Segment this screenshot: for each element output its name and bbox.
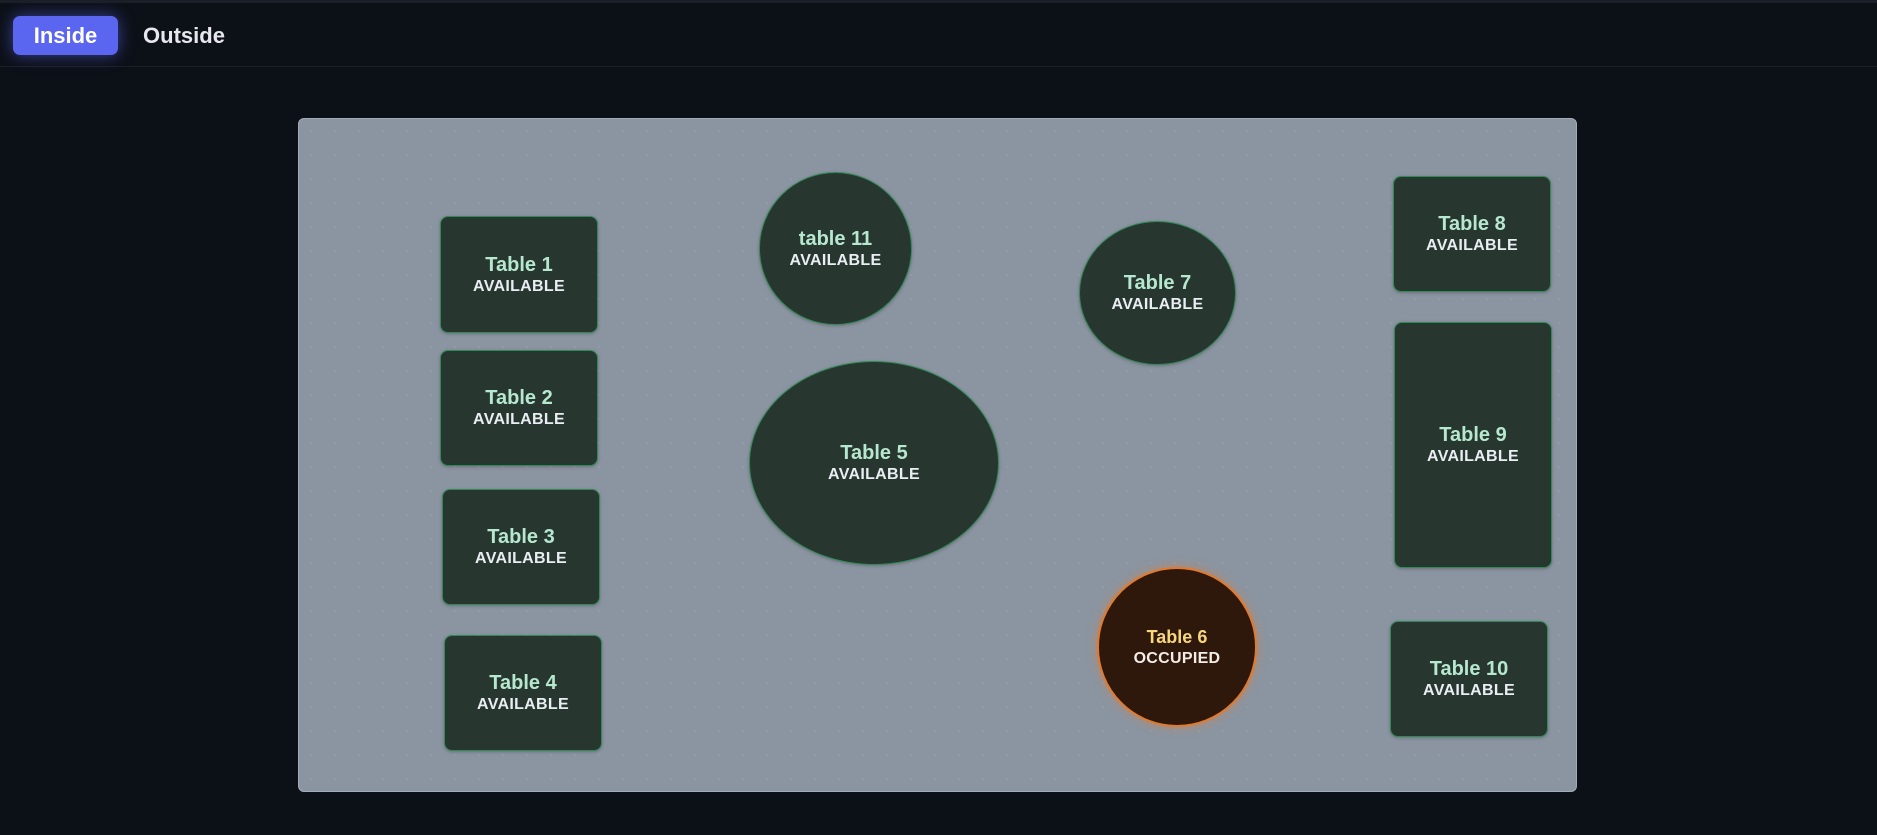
table-status: AVAILABLE [1423,682,1515,699]
table-name: Table 10 [1429,658,1509,680]
table-name: Table 6 [1146,627,1208,647]
table-status: AVAILABLE [473,411,565,428]
floor-plan-canvas: Table 1 AVAILABLE Table 2 AVAILABLE Tabl… [298,118,1577,792]
table-name: Table 7 [1123,272,1192,294]
table-1[interactable]: Table 1 AVAILABLE [440,216,598,333]
table-status: AVAILABLE [1427,448,1519,465]
tab-inside[interactable]: Inside [13,16,118,55]
table-name: Table 3 [487,526,555,548]
table-4[interactable]: Table 4 AVAILABLE [444,635,602,751]
table-5[interactable]: Table 5 AVAILABLE [749,361,999,565]
table-status: AVAILABLE [1111,296,1204,313]
area-tab-bar: Inside Outside [0,3,1877,67]
table-name: Table 4 [489,672,557,694]
table-name: Table 5 [840,442,908,464]
table-11[interactable]: table 11 AVAILABLE [759,172,912,325]
table-3[interactable]: Table 3 AVAILABLE [442,489,600,605]
table-7[interactable]: Table 7 AVAILABLE [1079,221,1236,365]
table-status: AVAILABLE [475,550,567,567]
table-6[interactable]: Table 6 OCCUPIED [1097,567,1257,727]
table-name: table 11 [798,227,873,250]
tab-outside[interactable]: Outside [134,16,234,55]
table-status: AVAILABLE [828,466,920,483]
table-status: OCCUPIED [1133,650,1221,667]
table-10[interactable]: Table 10 AVAILABLE [1390,621,1548,737]
table-8[interactable]: Table 8 AVAILABLE [1393,176,1551,292]
table-status: AVAILABLE [473,277,565,295]
table-2[interactable]: Table 2 AVAILABLE [440,350,598,466]
table-name: Table 8 [1438,213,1506,235]
table-name: Table 2 [485,387,553,409]
table-status: AVAILABLE [1426,237,1518,254]
table-status: AVAILABLE [477,696,569,713]
table-9[interactable]: Table 9 AVAILABLE [1394,322,1552,568]
table-name: Table 9 [1439,424,1507,446]
table-name: Table 1 [485,253,553,276]
table-status: AVAILABLE [789,251,882,269]
